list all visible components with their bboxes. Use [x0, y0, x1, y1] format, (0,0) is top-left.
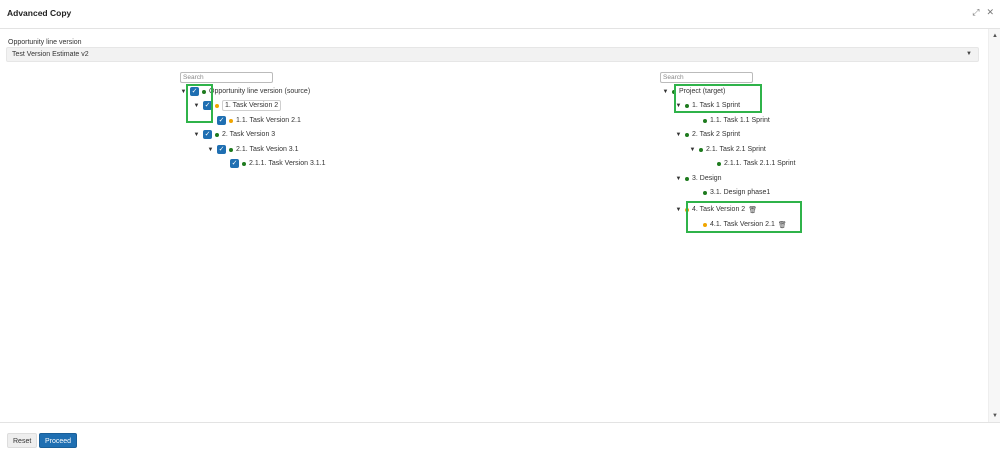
- source-tree-node: ▼ ✓ 2. Task Version 3: [193, 129, 275, 140]
- target-tree-node: ▼ 2. Task 2 Sprint: [675, 129, 741, 140]
- dialog-title: Advanced Copy: [7, 8, 72, 18]
- checkbox[interactable]: ✓: [217, 145, 226, 154]
- dialog-footer: Reset Proceed: [0, 422, 1000, 458]
- node-label[interactable]: 1. Task 1 Sprint: [692, 102, 740, 109]
- target-tree-node: 4.1. Task Version 2.1 🗑: [703, 219, 787, 230]
- node-label[interactable]: 4. Task Version 2: [692, 206, 745, 213]
- close-icon[interactable]: ✕: [986, 7, 994, 17]
- target-tree-node: 2.1.1. Task 2.1.1 Sprint: [717, 158, 795, 169]
- status-dot-icon: [685, 207, 689, 212]
- checkbox[interactable]: ✓: [203, 130, 212, 139]
- version-select[interactable]: Test Version Estimate v2 ▼: [6, 47, 979, 62]
- status-dot-icon: [703, 118, 707, 123]
- scroll-down-icon[interactable]: ▼: [992, 413, 998, 419]
- collapse-toggle-icon[interactable]: ▼: [662, 89, 669, 95]
- collapse-toggle-icon[interactable]: ▼: [689, 147, 696, 153]
- target-tree-node: ▼ Project (target): [662, 86, 726, 97]
- collapse-toggle-icon[interactable]: ▼: [193, 103, 200, 109]
- target-tree-node: ▼ 1. Task 1 Sprint: [675, 100, 741, 111]
- version-label: Opportunity line version: [8, 39, 82, 46]
- scroll-up-icon[interactable]: ▲: [992, 33, 998, 39]
- status-dot-icon: [703, 190, 707, 195]
- version-select-value: Test Version Estimate v2: [12, 51, 89, 58]
- collapse-toggle-icon[interactable]: ▼: [207, 147, 214, 153]
- expand-icon[interactable]: ⤢: [972, 7, 979, 17]
- source-tree-node: ✓ 2.1.1. Task Version 3.1.1: [230, 158, 326, 169]
- source-tree-node: ▼ ✓ 2.1. Task Vesion 3.1: [207, 144, 299, 155]
- source-tree-node: ▼ ✓ Opportunity line version (source): [180, 86, 310, 97]
- trash-icon[interactable]: 🗑: [748, 206, 757, 214]
- chevron-down-icon[interactable]: ▼: [966, 51, 972, 57]
- status-dot-icon: [672, 89, 676, 94]
- target-tree-node: ▼ 4. Task Version 2 🗑: [675, 204, 758, 215]
- target-tree-node: 1.1. Task 1.1 Sprint: [703, 115, 770, 126]
- source-tree-node: ▼ ✓ 1. Task Version 2: [193, 100, 282, 111]
- node-label[interactable]: 1.1. Task Version 2.1: [236, 117, 301, 124]
- status-dot-icon: [215, 132, 219, 137]
- node-label[interactable]: 3. Design: [692, 175, 722, 182]
- collapse-toggle-icon[interactable]: ▼: [675, 103, 682, 109]
- node-label[interactable]: 2.1.1. Task Version 3.1.1: [249, 160, 326, 167]
- node-label[interactable]: 2.1. Task 2.1 Sprint: [706, 146, 766, 153]
- dialog-content: Opportunity line version Test Version Es…: [0, 30, 988, 422]
- status-dot-icon: [229, 147, 233, 152]
- collapse-toggle-icon[interactable]: ▼: [675, 207, 682, 213]
- node-label[interactable]: 1.1. Task 1.1 Sprint: [710, 117, 770, 124]
- header-icons: ⤢ ✕: [972, 7, 994, 17]
- checkbox[interactable]: ✓: [217, 116, 226, 125]
- vertical-scrollbar[interactable]: ▲ ▼: [988, 29, 1000, 422]
- node-label[interactable]: 2.1. Task Vesion 3.1: [236, 146, 299, 153]
- target-tree-node: ▼ 2.1. Task 2.1 Sprint: [689, 144, 766, 155]
- node-label[interactable]: 2.1.1. Task 2.1.1 Sprint: [724, 160, 795, 167]
- collapse-toggle-icon[interactable]: ▼: [675, 176, 682, 182]
- status-dot-icon: [242, 161, 246, 166]
- target-tree-node: 3.1. Design phase1: [703, 187, 770, 198]
- status-dot-icon: [685, 132, 689, 137]
- status-dot-icon: [215, 103, 219, 108]
- node-label[interactable]: 4.1. Task Version 2.1: [710, 221, 775, 228]
- status-dot-icon: [685, 103, 689, 108]
- source-search-input[interactable]: [180, 72, 273, 83]
- status-dot-icon: [229, 118, 233, 123]
- trash-icon[interactable]: 🗑: [778, 221, 787, 229]
- status-dot-icon: [699, 147, 703, 152]
- node-label[interactable]: Project (target): [679, 88, 725, 95]
- node-label[interactable]: 1. Task Version 2: [222, 100, 282, 111]
- node-label[interactable]: 2. Task 2 Sprint: [692, 131, 740, 138]
- proceed-button[interactable]: Proceed: [39, 433, 78, 448]
- checkbox[interactable]: ✓: [230, 159, 239, 168]
- collapse-toggle-icon[interactable]: ▼: [180, 89, 187, 95]
- target-search-input[interactable]: [660, 72, 753, 83]
- target-tree-node: ▼ 3. Design: [675, 173, 722, 184]
- status-dot-icon: [202, 89, 206, 94]
- source-tree-node: ✓ 1.1. Task Version 2.1: [217, 115, 301, 126]
- node-label[interactable]: Opportunity line version (source): [209, 88, 310, 95]
- status-dot-icon: [703, 222, 707, 227]
- checkbox[interactable]: ✓: [190, 87, 199, 96]
- status-dot-icon: [717, 161, 721, 166]
- node-label[interactable]: 2. Task Version 3: [222, 131, 275, 138]
- collapse-toggle-icon[interactable]: ▼: [675, 132, 682, 138]
- status-dot-icon: [685, 176, 689, 181]
- checkbox[interactable]: ✓: [203, 101, 212, 110]
- collapse-toggle-icon[interactable]: ▼: [193, 132, 200, 138]
- reset-button[interactable]: Reset: [7, 433, 38, 448]
- node-label[interactable]: 3.1. Design phase1: [710, 189, 770, 196]
- dialog-header: Advanced Copy ⤢ ✕: [0, 0, 1000, 29]
